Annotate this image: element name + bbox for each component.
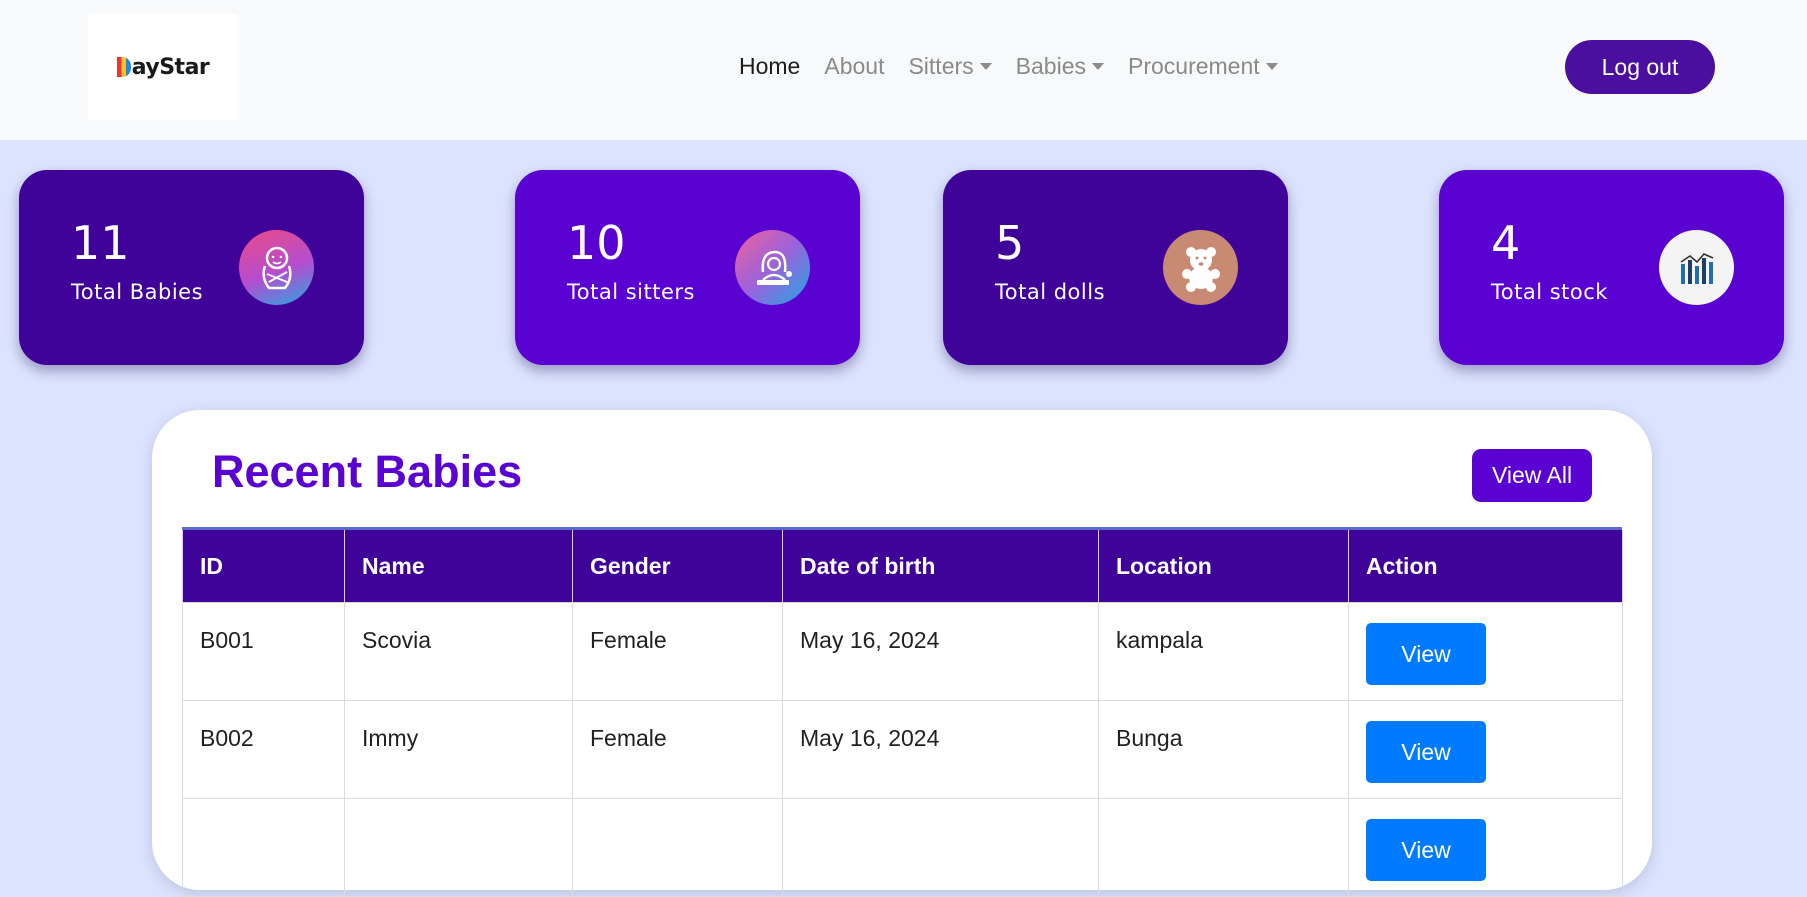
- stat-value: 10: [567, 216, 626, 270]
- stat-card-stock: 4 Total stock: [1439, 170, 1784, 365]
- nav-procurement-label: Procurement: [1127, 52, 1260, 79]
- babies-table: ID Name Gender Date of birth Location Ac…: [182, 530, 1623, 897]
- stat-label: Total stock: [1491, 280, 1608, 304]
- top-navbar: ayStar Home About Sitters Babies Procure…: [0, 0, 1807, 140]
- logo-d-mark: [116, 57, 131, 77]
- logo-wordmark: ayStar: [116, 54, 210, 80]
- nav-sitters-dropdown[interactable]: Sitters: [908, 52, 992, 80]
- teddy-bear-icon: [1163, 230, 1238, 305]
- column-header-action: Action: [1348, 530, 1623, 603]
- column-header-location: Location: [1098, 530, 1349, 603]
- stat-label: Total sitters: [567, 280, 695, 304]
- cell-action: View: [1348, 798, 1623, 897]
- recent-babies-panel: Recent Babies View All ID Name Gender Da…: [152, 410, 1652, 897]
- bar-chart-icon: [1659, 230, 1734, 305]
- cell-id: B002: [182, 700, 345, 799]
- nav-procurement-dropdown[interactable]: Procurement: [1128, 53, 1278, 80]
- cell-id: B001: [182, 602, 345, 701]
- nav-babies-dropdown[interactable]: Babies: [1016, 53, 1104, 80]
- sitter-icon: [735, 230, 810, 305]
- nav-sitters-label: Sitters: [908, 52, 974, 79]
- column-header-dob: Date of birth: [782, 530, 1099, 603]
- nav-links: Home About Sitters Babies Procurement: [739, 46, 1278, 86]
- logo-text: ayStar: [131, 54, 210, 80]
- view-button[interactable]: View: [1366, 623, 1486, 685]
- view-button[interactable]: View: [1366, 819, 1486, 881]
- stat-label: Total dolls: [995, 280, 1106, 304]
- nav-about[interactable]: About: [824, 53, 884, 80]
- stat-card-babies: 11 Total Babies: [19, 170, 364, 365]
- table-row: B001 Scovia Female May 16, 2024 kampala …: [182, 602, 1623, 701]
- baby-icon: [239, 230, 314, 305]
- view-button[interactable]: View: [1366, 721, 1486, 783]
- nav-home[interactable]: Home: [739, 53, 800, 80]
- stat-label: Total Babies: [71, 280, 204, 304]
- brand-logo[interactable]: ayStar: [88, 14, 238, 120]
- cell-location: Bunga: [1098, 700, 1349, 799]
- table-row: View: [182, 798, 1623, 897]
- cell-id: [182, 798, 345, 897]
- nav-home-label: Home: [739, 52, 801, 79]
- column-header-id: ID: [182, 530, 345, 603]
- cell-gender: Female: [572, 700, 783, 799]
- caret-down-icon: [1265, 62, 1278, 70]
- panel-title: Recent Babies: [212, 446, 523, 497]
- stat-value: 11: [71, 216, 130, 270]
- cell-location: [1098, 798, 1349, 897]
- stat-card-sitters: 10 Total sitters: [515, 170, 860, 365]
- table-header-row: ID Name Gender Date of birth Location Ac…: [182, 530, 1623, 603]
- table-row: B002 Immy Female May 16, 2024 Bunga View: [182, 700, 1623, 799]
- cell-dob: May 16, 2024: [782, 700, 1099, 799]
- cell-name: Immy: [344, 700, 573, 799]
- cell-gender: [572, 798, 783, 897]
- cell-gender: Female: [572, 602, 783, 701]
- column-header-gender: Gender: [572, 530, 783, 603]
- cell-location: kampala: [1098, 602, 1349, 701]
- caret-down-icon: [1091, 62, 1104, 70]
- nav-babies-label: Babies: [1015, 52, 1086, 79]
- babies-table-wrapper: ID Name Gender Date of birth Location Ac…: [182, 527, 1623, 897]
- nav-about-label: About: [824, 52, 885, 79]
- column-header-name: Name: [344, 530, 573, 603]
- stat-value: 5: [995, 216, 1025, 270]
- cell-action: View: [1348, 700, 1623, 799]
- logout-button[interactable]: Log out: [1565, 40, 1715, 94]
- cell-dob: [782, 798, 1099, 897]
- stat-value: 4: [1491, 216, 1521, 270]
- cell-name: Scovia: [344, 602, 573, 701]
- stat-card-dolls: 5 Total dolls: [943, 170, 1288, 365]
- cell-name: [344, 798, 573, 897]
- cell-dob: May 16, 2024: [782, 602, 1099, 701]
- view-all-button[interactable]: View All: [1472, 449, 1592, 502]
- caret-down-icon: [979, 62, 992, 70]
- cell-action: View: [1348, 602, 1623, 701]
